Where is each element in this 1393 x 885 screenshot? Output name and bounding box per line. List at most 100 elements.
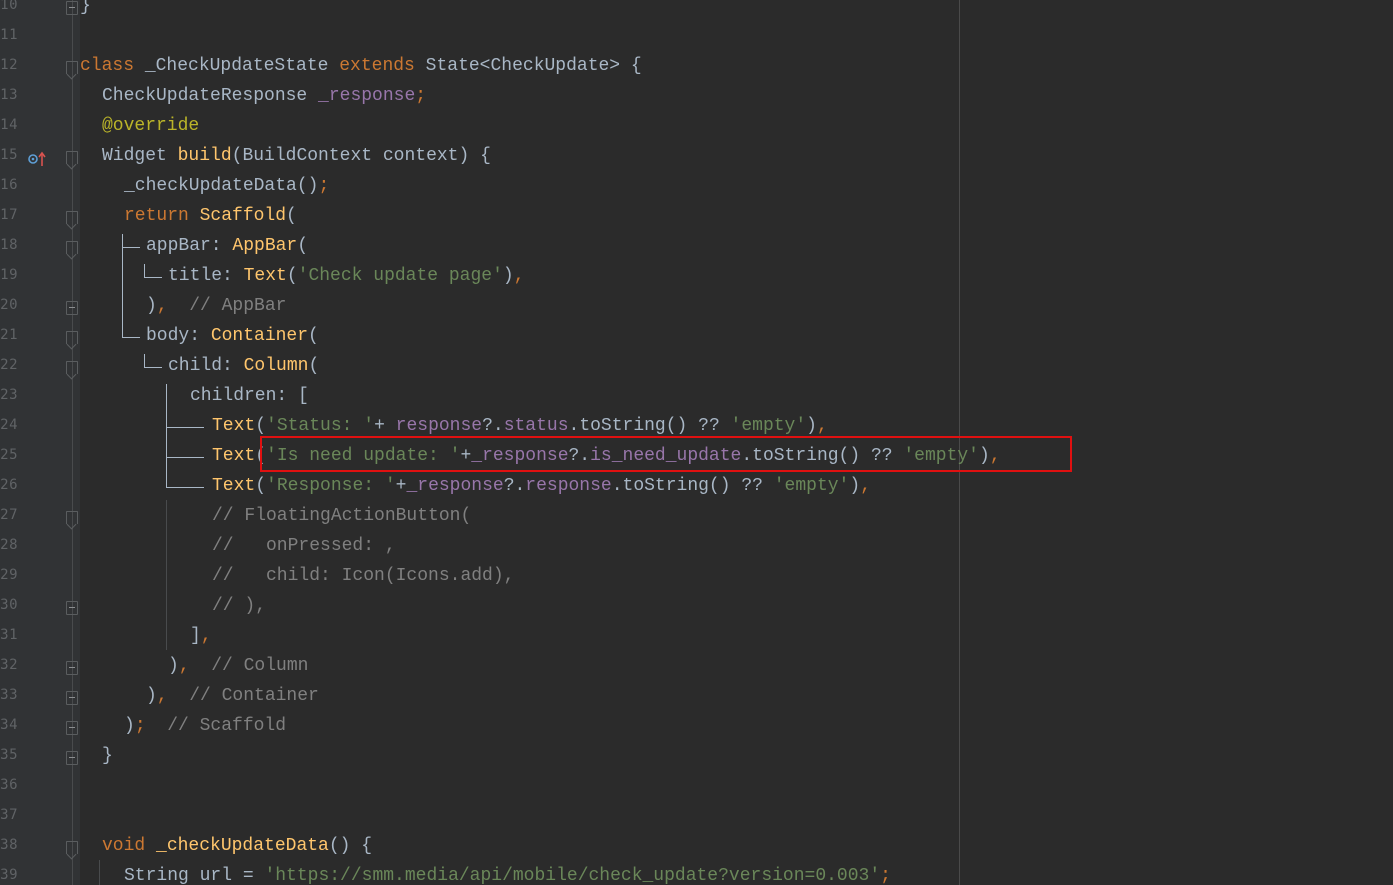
code-text: _checkUpdateData(); [124,175,329,197]
code-token: , [860,476,871,496]
line-number: 14 [0,117,18,133]
code-token: (BuildContext context) { [231,146,491,166]
code-token: ( [297,236,309,256]
fold-icon[interactable] [66,691,78,705]
fold-icon[interactable] [66,331,78,344]
code-token: Text [212,416,256,436]
code-line[interactable]: 21 body: Container( [0,322,1393,352]
line-number: 20 [0,297,18,313]
code-line[interactable]: 10} [0,0,1393,22]
code-text: body: Container( [146,325,319,347]
code-line[interactable]: 34); // Scaffold [0,712,1393,742]
code-line[interactable]: 15 Widget build(BuildContext context) { [0,142,1393,172]
code-line[interactable]: 39 String url = 'https://smm.media/api/mo… [0,862,1393,885]
code-line[interactable]: 30 // ), [0,592,1393,622]
code-token: } [80,0,91,16]
code-line[interactable]: 20), // AppBar [0,292,1393,322]
code-line[interactable]: 17 return Scaffold( [0,202,1393,232]
code-line[interactable]: 31], [0,622,1393,652]
code-token: _CheckUpdateState [144,56,340,76]
code-token: ?. [482,416,504,436]
code-token: child: [168,356,244,376]
code-line[interactable]: 32), // Column [0,652,1393,682]
code-line[interactable]: 28 // onPressed: , [0,532,1393,562]
fold-icon[interactable] [66,361,78,374]
code-token: 'Response: ' [266,476,396,496]
line-number: 18 [0,237,18,253]
code-token: ) [124,716,135,736]
fold-icon[interactable] [66,61,78,74]
code-token: children: [ [190,386,309,406]
code-line[interactable]: 27 // FloatingActionButton( [0,502,1393,532]
code-token: + [374,416,396,436]
code-token: // child: Icon(Icons.add), [212,566,515,586]
code-line[interactable]: 36 [0,772,1393,802]
code-line[interactable]: 35} [0,742,1393,772]
line-number: 37 [0,807,18,823]
line-number: 38 [0,837,18,853]
fold-icon[interactable] [66,211,78,224]
code-token: () { [328,836,373,856]
fold-icon[interactable] [66,301,78,315]
code-line[interactable]: 19 title: Text('Check update page'), [0,262,1393,292]
code-token: ) [146,686,157,706]
line-number: 35 [0,747,18,763]
line-number: 29 [0,567,18,583]
code-token: _checkUpdateData [156,836,329,856]
code-editor[interactable]: 10} 11 12 class _CheckUpdateState extends S… [0,0,1393,885]
code-line[interactable]: 37 [0,802,1393,832]
code-text: ], [190,625,212,647]
fold-icon[interactable] [66,841,78,854]
code-token: // ), [212,596,267,616]
code-token: ) [146,296,157,316]
code-line[interactable]: 29 // child: Icon(Icons.add), [0,562,1393,592]
code-token: // onPressed: , [212,536,396,556]
fold-icon[interactable] [66,661,78,675]
code-line[interactable]: 16 _checkUpdateData(); [0,172,1393,202]
code-text: return Scaffold( [124,205,297,227]
code-text: appBar: AppBar( [146,235,308,257]
code-line[interactable]: 26 Text('Response: '+_response?.response.… [0,472,1393,502]
code-line[interactable]: 18 appBar: AppBar( [0,232,1393,262]
code-line[interactable]: 14 @override [0,112,1393,142]
line-number: 16 [0,177,18,193]
code-token: ?. [503,476,526,496]
code-line[interactable]: 33), // Container [0,682,1393,712]
code-text: String url = 'https://smm.media/api/mobi… [124,865,891,885]
code-line[interactable]: 13 CheckUpdateResponse _response; [0,82,1393,112]
code-token: ( [286,206,297,226]
code-token: 'empty' [730,416,807,436]
fold-icon[interactable] [66,721,78,735]
fold-icon[interactable] [66,601,78,615]
code-line[interactable]: 22 child: Column( [0,352,1393,382]
code-line[interactable]: 23 children: [ [0,382,1393,412]
code-text: // FloatingActionButton( [212,505,471,527]
highlight-annotation-box [260,436,1072,472]
code-token: _checkUpdateData() [124,176,319,196]
code-line[interactable]: 11 [0,22,1393,52]
code-token: ( [308,356,320,376]
code-text: Text('Response: '+_response?.response.to… [212,475,871,497]
code-token: , [816,416,828,436]
fold-icon[interactable] [66,241,78,254]
line-number: 21 [0,327,18,343]
code-token: ( [286,266,298,286]
line-number: 28 [0,537,18,553]
line-number: 31 [0,627,18,643]
code-text: // ), [212,595,266,617]
code-token: ( [255,416,267,436]
fold-icon[interactable] [66,511,78,524]
line-number: 12 [0,57,18,73]
code-text: ), // Column [168,655,308,677]
fold-icon[interactable] [66,1,78,15]
code-line[interactable]: 12 class _CheckUpdateState extends State<… [0,52,1393,82]
code-token: 'empty' [773,476,850,496]
code-line[interactable]: 38 void _checkUpdateData() { [0,832,1393,862]
code-token: @override [102,116,200,136]
fold-icon[interactable] [66,151,78,164]
code-text: } [102,745,113,767]
line-number: 23 [0,387,18,403]
fold-icon[interactable] [66,751,78,765]
code-token: class [80,56,145,76]
line-number: 22 [0,357,18,373]
